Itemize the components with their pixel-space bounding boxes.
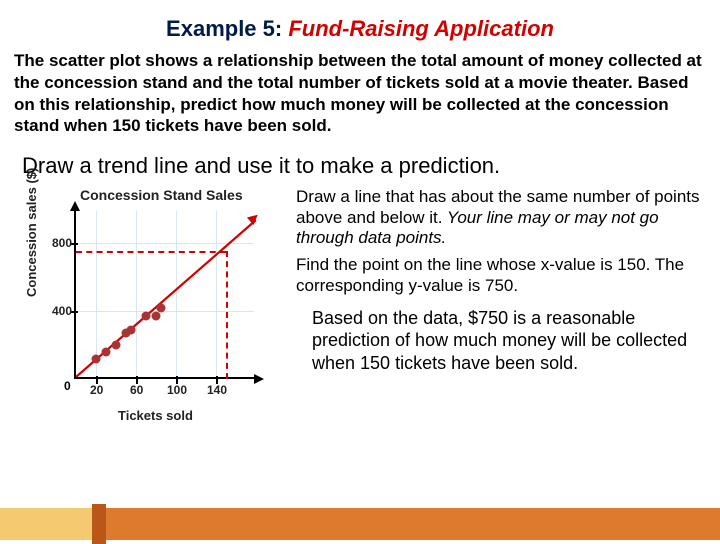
- footer-bar: [0, 508, 720, 540]
- x-axis-label: Tickets sold: [118, 408, 193, 423]
- data-point: [142, 312, 151, 321]
- data-point: [112, 341, 121, 350]
- y-tick-label: 400: [52, 304, 72, 318]
- data-point: [92, 355, 101, 364]
- y-tick-label: 800: [52, 236, 72, 250]
- data-point: [127, 326, 136, 335]
- x-tick-label: 20: [90, 383, 103, 397]
- scatter-chart: Concession Stand Sales Concession sales …: [30, 187, 282, 417]
- problem-statement: The scatter plot shows a relationship be…: [0, 48, 720, 147]
- data-point: [157, 304, 166, 313]
- step-1: Draw a line that has about the same numb…: [296, 187, 702, 249]
- y-axis-label: Concession sales ($): [24, 168, 39, 297]
- explanation-text: Draw a line that has about the same numb…: [296, 187, 710, 417]
- x-tick-label: 100: [167, 383, 187, 397]
- instruction-line: Draw a trend line and use it to make a p…: [0, 147, 720, 187]
- example-header: Example 5: Fund-Raising Application: [0, 0, 720, 48]
- data-point: [102, 348, 111, 357]
- example-title: Fund-Raising Application: [288, 16, 554, 41]
- x-tick-label: 140: [207, 383, 227, 397]
- conclusion: Based on the data, $750 is a reasonable …: [296, 307, 702, 375]
- x-tick-label: 60: [130, 383, 143, 397]
- chart-title: Concession Stand Sales: [80, 187, 243, 203]
- origin-label: 0: [64, 379, 71, 393]
- example-number: Example 5:: [166, 16, 288, 41]
- data-point: [152, 312, 161, 321]
- step-2: Find the point on the line whose x-value…: [296, 255, 702, 296]
